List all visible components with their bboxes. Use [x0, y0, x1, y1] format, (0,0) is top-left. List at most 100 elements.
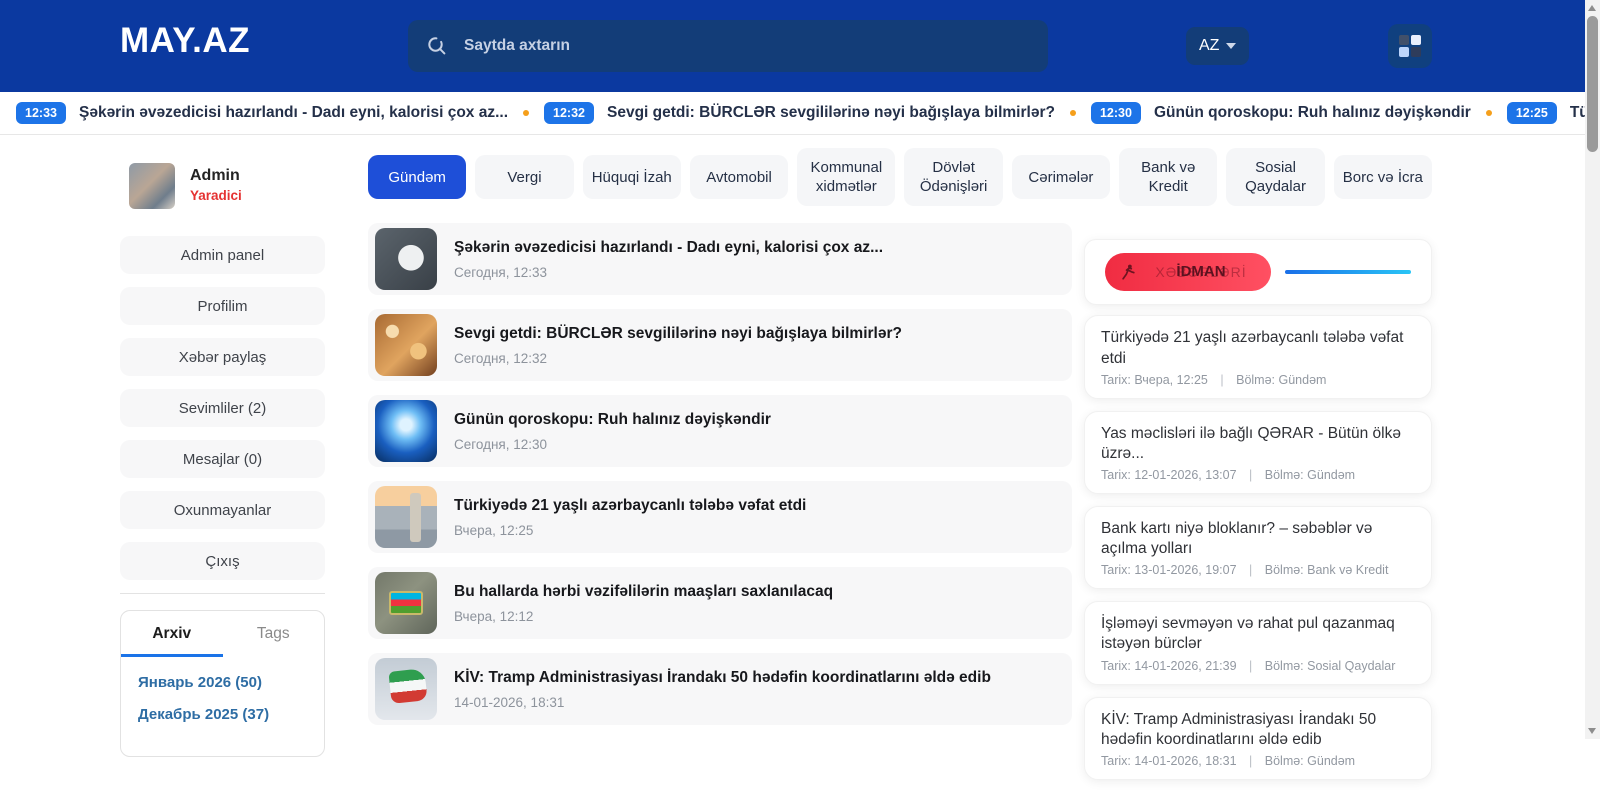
aside-news-title[interactable]: Bank kartı niyə bloklanır? – səbəblər və… [1101, 519, 1415, 559]
news-title[interactable]: Sevgi getdi: BÜRCLƏR sevgililərinə nəyi … [454, 325, 902, 343]
progress-line [1285, 270, 1411, 274]
sidebar-menu-label: Oxunmayanlar [174, 502, 272, 519]
aside-news-meta: Tarix: Вчера, 12:25 | Bölmə: Gündəm [1101, 373, 1415, 387]
category-tab-label: Gündəm [388, 168, 446, 187]
sidebar-menu-item[interactable]: Profilim [120, 287, 325, 325]
news-list: Şəkərin əvəzedicisi hazırlandı - Dadı ey… [368, 223, 1072, 739]
news-card[interactable]: KİV: Tramp Administrasiyası İrandakı 50 … [368, 653, 1072, 725]
aside-news-card[interactable]: KİV: Tramp Administrasiyası İrandakı 50 … [1084, 697, 1432, 780]
scrollbar[interactable] [1585, 0, 1600, 739]
ticker-headline[interactable]: Sevgi getdi: BÜRCLƏR sevgililərinə nəyi … [607, 104, 1055, 122]
sidebar-menu-item[interactable]: Admin panel [120, 236, 325, 274]
category-tab[interactable]: Avtomobil [690, 155, 788, 199]
category-tab[interactable]: Sosial Qaydalar [1226, 148, 1324, 206]
category-tab-label: Avtomobil [706, 168, 772, 187]
archive-tab-label: Arxiv [152, 625, 191, 642]
news-time: Сегодня, 12:33 [454, 265, 883, 280]
category-tab-label: Borc və İcra [1343, 168, 1423, 187]
aside-news-card[interactable]: Bank kartı niyə bloklanır? – səbəblər və… [1084, 506, 1432, 589]
ticker-headline[interactable]: Şəkərin əvəzedicisi hazırlandı - Dadı ey… [79, 104, 508, 122]
category-tab[interactable]: Cərimələr [1012, 155, 1110, 199]
aside-news-title[interactable]: Türkiyədə 21 yaşlı azərbaycanlı tələbə v… [1101, 328, 1415, 368]
sidebar-menu-label: Xəbər paylaş [179, 349, 267, 366]
grid-icon [1399, 35, 1421, 57]
news-thumbnail [375, 314, 437, 376]
sidebar-menu-item[interactable]: Sevimliler (2) [120, 389, 325, 427]
user-card: Admin Yaradici [120, 163, 325, 209]
site-search[interactable] [408, 20, 1048, 72]
news-thumbnail [375, 486, 437, 548]
scroll-down-arrow-icon[interactable] [1588, 728, 1596, 734]
category-tab-label: Bank və Kredit [1124, 158, 1212, 196]
search-input[interactable] [462, 36, 1030, 56]
time-badge: 12:30 [1091, 102, 1141, 124]
language-button[interactable]: AZ [1186, 27, 1249, 65]
category-tab[interactable]: Hüquqi İzah [583, 155, 681, 199]
scrollbar-thumb[interactable] [1587, 16, 1598, 152]
sports-banner[interactable]: XƏBƏRLƏRİ İDMAN [1084, 239, 1432, 305]
category-tab[interactable]: Vergi [475, 155, 573, 199]
apps-button[interactable] [1388, 24, 1432, 68]
separator-dot-icon [523, 110, 529, 116]
news-time: 14-01-2026, 18:31 [454, 695, 991, 710]
aside-news-card[interactable]: İşləməyi sevməyən və rahat pul qazanmaq … [1084, 601, 1432, 684]
ticker-headline[interactable]: Günün qoroskopu: Ruh halınız dəyişkəndir [1154, 104, 1471, 122]
archive-widget: Arxiv Tags Январь 2026 (50) Декабрь 2025… [120, 610, 325, 757]
news-card[interactable]: Sevgi getdi: BÜRCLƏR sevgililərinə nəyi … [368, 309, 1072, 381]
right-sidebar: XƏBƏRLƏRİ İDMAN Türkiyədə 21 yaşlı azərb… [1084, 223, 1432, 791]
category-tab[interactable]: Gündəm [368, 155, 466, 199]
category-tab[interactable]: Borc və İcra [1334, 155, 1432, 199]
sports-banner-text: XƏBƏRLƏRİ İDMAN [1145, 262, 1257, 282]
aside-news-meta: Tarix: 12-01-2026, 13:07 | Bölmə: Gündəm [1101, 468, 1415, 482]
sidebar-menu-item[interactable]: Mesajlar (0) [120, 440, 325, 478]
aside-news-title[interactable]: KİV: Tramp Administrasiyası İrandakı 50 … [1101, 710, 1415, 750]
news-title[interactable]: KİV: Tramp Administrasiyası İrandakı 50 … [454, 669, 991, 687]
aside-news-meta: Tarix: 13-01-2026, 19:07 | Bölmə: Bank v… [1101, 563, 1415, 577]
archive-month-link[interactable]: Декабрь 2025 (37) [138, 706, 324, 723]
separator-dot-icon [1070, 110, 1076, 116]
category-tab[interactable]: Bank və Kredit [1119, 148, 1217, 206]
sidebar-menu-item[interactable]: Çıxış [120, 542, 325, 580]
news-ticker: 12:33 Şəkərin əvəzedicisi hazırlandı - D… [0, 92, 1585, 135]
archive-tab[interactable]: Arxiv [121, 625, 223, 657]
news-card[interactable]: Günün qoroskopu: Ruh halınız dəyişkəndir… [368, 395, 1072, 467]
news-title[interactable]: Günün qoroskopu: Ruh halınız dəyişkəndir [454, 411, 771, 429]
news-thumbnail [375, 400, 437, 462]
archive-tab[interactable]: Tags [223, 625, 325, 657]
news-thumbnail [375, 658, 437, 720]
sidebar-menu-item[interactable]: Xəbər paylaş [120, 338, 325, 376]
avatar[interactable] [129, 163, 175, 209]
news-card[interactable]: Şəkərin əvəzedicisi hazırlandı - Dadı ey… [368, 223, 1072, 295]
news-time: Сегодня, 12:32 [454, 351, 902, 366]
ticker-item[interactable]: 12:30 Günün qoroskopu: Ruh halınız dəyiş… [1091, 102, 1507, 124]
site-logo[interactable]: MAY.AZ [120, 21, 250, 61]
ticker-item[interactable]: 12:32 Sevgi getdi: BÜRCLƏR sevgililərinə… [544, 102, 1091, 124]
ticker-item[interactable]: 12:33 Şəkərin əvəzedicisi hazırlandı - D… [16, 102, 544, 124]
aside-news-meta: Tarix: 14-01-2026, 18:31 | Bölmə: Gündəm [1101, 754, 1415, 768]
aside-news-card[interactable]: Türkiyədə 21 yaşlı azərbaycanlı tələbə v… [1084, 315, 1432, 398]
category-tab[interactable]: Dövlət Ödənişləri [904, 148, 1002, 206]
category-tab-label: Cərimələr [1028, 168, 1093, 187]
aside-news-list: Türkiyədə 21 yaşlı azərbaycanlı tələbə v… [1084, 315, 1432, 779]
archive-month-link[interactable]: Январь 2026 (50) [138, 674, 324, 691]
time-badge: 12:32 [544, 102, 594, 124]
sidebar-menu-item[interactable]: Oxunmayanlar [120, 491, 325, 529]
sports-pill: XƏBƏRLƏRİ İDMAN [1105, 253, 1271, 291]
sidebar-menu-label: Çıxış [205, 553, 239, 570]
news-title[interactable]: Şəkərin əvəzedicisi hazırlandı - Dadı ey… [454, 239, 883, 257]
sidebar-menu: Admin panel Profilim Xəbər paylaş Seviml… [120, 236, 325, 580]
news-card[interactable]: Bu hallarda hərbi vəzifəlilərin maaşları… [368, 567, 1072, 639]
ticker-item[interactable]: 12:25 Türkiyədə 21 yaşlı azərbaycanlı tə… [1507, 102, 1585, 124]
language-label: AZ [1199, 37, 1219, 55]
scroll-up-arrow-icon[interactable] [1588, 5, 1596, 11]
category-tab[interactable]: Kommunal xidmətlər [797, 148, 895, 206]
aside-news-card[interactable]: Yas məclisləri ilə bağlı QƏRAR - Bütün ö… [1084, 411, 1432, 494]
aside-news-title[interactable]: Yas məclisləri ilə bağlı QƏRAR - Bütün ö… [1101, 424, 1415, 464]
news-title[interactable]: Türkiyədə 21 yaşlı azərbaycanlı tələbə v… [454, 497, 806, 515]
ticker-headline[interactable]: Türkiyədə 21 yaşlı azərbaycanlı tələbə v… [1570, 104, 1585, 122]
news-title[interactable]: Bu hallarda hərbi vəzifəlilərin maaşları… [454, 583, 833, 601]
archive-month-list: Январь 2026 (50) Декабрь 2025 (37) [121, 657, 324, 756]
news-card[interactable]: Türkiyədə 21 yaşlı azərbaycanlı tələbə v… [368, 481, 1072, 553]
aside-news-title[interactable]: İşləməyi sevməyən və rahat pul qazanmaq … [1101, 614, 1415, 654]
user-sidebar: Admin Yaradici Admin panel Profilim Xəbə… [120, 163, 325, 757]
